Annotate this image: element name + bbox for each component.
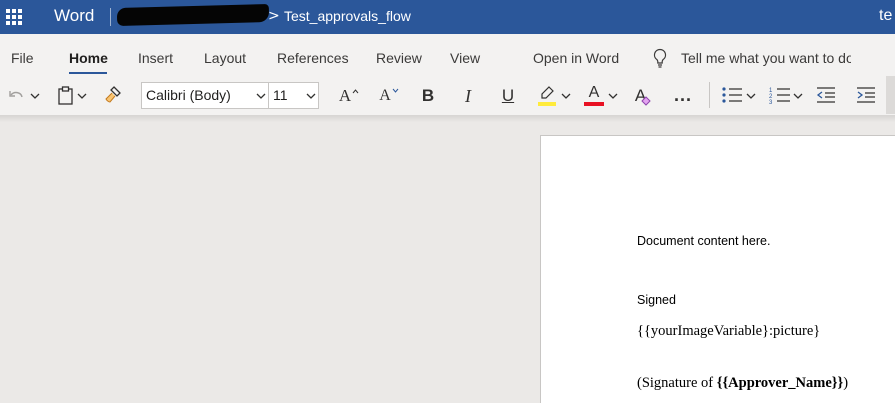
tell-me-search[interactable]: Tell me what you want to do xyxy=(681,50,851,67)
toolbar-shadow xyxy=(0,116,895,122)
chevron-down-icon[interactable] xyxy=(30,91,40,101)
shrink-font-label: A xyxy=(379,87,391,104)
signature-suffix: ) xyxy=(843,375,849,391)
home-toolbar: Calibri (Body) 11 A A B I U A A ... 1 2 … xyxy=(0,74,895,116)
ribbon-overflow-edge xyxy=(886,76,895,114)
numbering-icon[interactable]: 123 xyxy=(768,85,792,105)
doc-image-placeholder[interactable]: {{yourImageVariable}:picture} xyxy=(637,322,820,340)
chevron-down-icon[interactable] xyxy=(793,91,803,101)
bullets-icon[interactable] xyxy=(720,85,744,105)
app-name[interactable]: Word xyxy=(54,6,94,26)
chevron-down-icon[interactable] xyxy=(77,91,87,101)
tab-layout[interactable]: Layout xyxy=(204,50,246,67)
tab-insert[interactable]: Insert xyxy=(138,50,173,67)
signature-prefix: (Signature of xyxy=(637,375,717,391)
clear-formatting-button[interactable]: A xyxy=(631,84,655,108)
lightbulb-icon xyxy=(653,48,667,68)
chevron-down-icon[interactable] xyxy=(746,91,756,101)
font-color-label: A xyxy=(588,84,600,101)
grow-font-label: A xyxy=(338,86,352,105)
redacted-folder-path xyxy=(116,4,270,26)
bold-button[interactable]: B xyxy=(418,85,438,107)
font-color-swatch xyxy=(584,102,604,106)
paste-icon[interactable] xyxy=(56,85,76,107)
font-picker[interactable]: Calibri (Body) 11 xyxy=(141,82,319,109)
doc-paragraph-signed[interactable]: Signed xyxy=(637,293,676,308)
document-title[interactable]: Test_approvals_flow xyxy=(284,7,411,25)
doc-paragraph-content[interactable]: Document content here. xyxy=(637,234,770,249)
tab-references[interactable]: References xyxy=(277,50,349,67)
ribbon-tabs: File Home Insert Layout References Revie… xyxy=(0,34,895,75)
svg-text:3: 3 xyxy=(769,100,773,104)
tab-view[interactable]: View xyxy=(450,50,480,67)
tab-review[interactable]: Review xyxy=(376,50,422,67)
highlight-icon[interactable] xyxy=(536,84,558,108)
user-account-button[interactable]: te xyxy=(879,6,892,26)
more-options-button[interactable]: ... xyxy=(671,84,695,106)
font-color-button[interactable]: A xyxy=(583,83,605,107)
shrink-font-button[interactable]: A xyxy=(378,85,400,107)
title-divider xyxy=(110,8,111,26)
grow-font-button[interactable]: A xyxy=(338,85,360,107)
decrease-indent-icon[interactable] xyxy=(815,85,837,105)
increase-indent-icon[interactable] xyxy=(855,85,877,105)
chevron-down-icon[interactable] xyxy=(608,91,618,101)
chevron-down-icon[interactable] xyxy=(561,91,571,101)
open-in-word-button[interactable]: Open in Word xyxy=(533,50,619,67)
font-size-field[interactable]: 11 xyxy=(273,87,288,104)
toolbar-separator xyxy=(709,82,710,108)
underline-button[interactable]: U xyxy=(498,85,518,107)
tab-file[interactable]: File xyxy=(11,50,34,67)
caret-down-icon xyxy=(392,88,399,93)
breadcrumb-separator: > xyxy=(268,8,280,24)
title-bar: Word > Test_approvals_flow te xyxy=(0,0,895,34)
undo-icon[interactable] xyxy=(6,86,26,106)
tab-home[interactable]: Home xyxy=(69,50,108,67)
document-page[interactable]: Document content here. Signed {{yourImag… xyxy=(540,135,895,403)
chevron-down-icon[interactable] xyxy=(306,91,316,101)
font-name-field[interactable]: Calibri (Body) xyxy=(146,87,231,104)
caret-up-icon xyxy=(352,89,359,94)
chevron-down-icon[interactable] xyxy=(256,91,266,101)
approver-name-placeholder: {{Approver_Name}} xyxy=(716,375,844,391)
format-painter-icon[interactable] xyxy=(103,85,123,105)
doc-signature-line[interactable]: (Signature of {{Approver_Name}}) xyxy=(637,374,848,392)
app-launcher-icon[interactable] xyxy=(6,9,22,25)
italic-button[interactable]: I xyxy=(458,85,478,107)
eraser-icon xyxy=(641,96,651,106)
font-picker-divider xyxy=(268,83,269,108)
